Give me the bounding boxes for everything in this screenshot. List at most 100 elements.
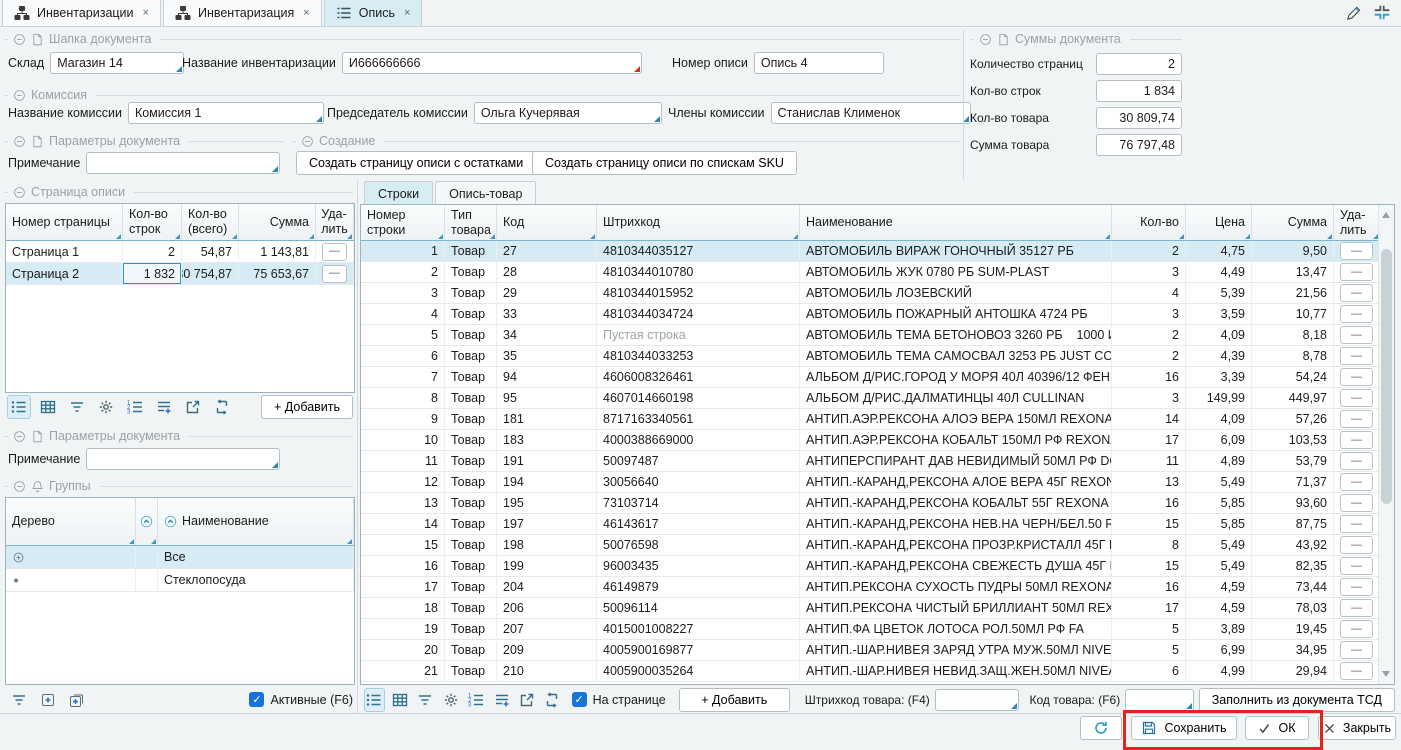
expand-plus-icon[interactable]	[12, 551, 25, 564]
active-checkbox[interactable]: ✓ Активные (F6)	[249, 692, 353, 707]
main-table-row[interactable]: 7Товар944606008326461АЛЬБОМ Д/РИС.ГОРОД …	[361, 367, 1380, 388]
barcode-input[interactable]	[935, 689, 1019, 711]
pages-col-header[interactable]: Уда­лить	[316, 204, 354, 240]
tab-close-icon[interactable]: ×	[143, 7, 149, 19]
tab-opis[interactable]: Опись ×	[324, 0, 423, 26]
numbered-list-icon[interactable]: 123	[123, 395, 147, 419]
fill-from-tsd-button[interactable]: Заполнить из документа ТСД	[1199, 688, 1395, 712]
page-lines-cell[interactable]: 1 832	[123, 263, 182, 284]
delete-row-button[interactable]: —	[1340, 242, 1373, 260]
collapse-icon[interactable]	[13, 186, 26, 199]
filter-icon[interactable]	[7, 688, 31, 712]
collapse-icon[interactable]	[13, 480, 26, 493]
sort-circle-icon[interactable]	[164, 515, 177, 528]
groups-col-tree[interactable]: Дерево	[6, 498, 136, 545]
opis-number-input[interactable]: Опись 4	[754, 52, 884, 74]
main-table-row[interactable]: 6Товар354810344033253АВТОМОБИЛЬ ТЕМА САМ…	[361, 346, 1380, 367]
main-table-row[interactable]: 12Товар19430056640АНТИП.-КАРАНД,РЕКСОНА …	[361, 472, 1380, 493]
goods-sum-field[interactable]: 76 797,48	[1096, 134, 1182, 156]
save-button[interactable]: Сохранить	[1131, 716, 1237, 740]
main-table-row[interactable]: 14Товар19746143617АНТИП.-КАРАНД,РЕКСОНА …	[361, 514, 1380, 535]
main-table-row[interactable]: 2Товар284810344010780АВТОМОБИЛЬ ЖУК 0780…	[361, 262, 1380, 283]
tab-inventory[interactable]: Инвентаризация ×	[163, 0, 322, 26]
main-col-header[interactable]: Тип товара	[445, 205, 497, 240]
add-row-icon[interactable]	[152, 395, 176, 419]
main-col-header[interactable]: Код	[497, 205, 597, 240]
add-row-icon[interactable]	[491, 688, 511, 712]
close-button[interactable]: Закрыть	[1318, 716, 1396, 740]
collapse-icon[interactable]	[13, 33, 26, 46]
delete-row-button[interactable]: —	[1340, 452, 1373, 470]
delete-row-button[interactable]: —	[1340, 494, 1373, 512]
main-table-row[interactable]: 11Товар19150097487АНТИПЕРСПИРАНТ ДАВ НЕВ…	[361, 451, 1380, 472]
delete-row-button[interactable]: —	[1340, 662, 1373, 680]
plus-box-icon[interactable]	[36, 688, 60, 712]
scroll-down-icon[interactable]	[1382, 671, 1390, 677]
delete-row-button[interactable]: —	[1340, 410, 1373, 428]
external-link-icon[interactable]	[181, 395, 205, 419]
main-col-header[interactable]: Наименование	[800, 205, 1112, 240]
pages-add-button[interactable]: + Добавить	[261, 395, 353, 419]
delete-row-button[interactable]: —	[1340, 578, 1373, 596]
main-table-row[interactable]: 16Товар19996003435АНТИП.-КАРАНД,РЕКСОНА …	[361, 556, 1380, 577]
pages-col-header[interactable]: Кол-во строк	[123, 204, 182, 240]
list-details-icon[interactable]	[7, 395, 31, 419]
main-table-row[interactable]: 4Товар334810344034724АВТОМОБИЛЬ ПОЖАРНЫЙ…	[361, 304, 1380, 325]
filter-icon[interactable]	[65, 395, 89, 419]
collapse-icon[interactable]	[979, 33, 992, 46]
pages-table-row[interactable]: Страница 1254,871 143,81—	[6, 241, 354, 263]
sort-circle-icon[interactable]	[136, 498, 158, 545]
main-col-header[interactable]: Уда­лить	[1334, 205, 1380, 240]
main-table-row[interactable]: 15Товар19850076598АНТИП.-КАРАНД,РЕКСОНА …	[361, 535, 1380, 556]
list-details-icon[interactable]	[364, 688, 385, 712]
collapse-icon[interactable]	[13, 135, 26, 148]
goods-count-field[interactable]: 30 809,74	[1096, 107, 1182, 129]
ok-button[interactable]: ОК	[1245, 716, 1309, 740]
grid-icon[interactable]	[36, 395, 60, 419]
main-table-row[interactable]: 17Товар20446149879АНТИП.РЕКСОНА СУХОСТЬ …	[361, 577, 1380, 598]
groups-col-name[interactable]: Наименование	[158, 498, 354, 545]
delete-row-button[interactable]: —	[1340, 620, 1373, 638]
delete-row-button[interactable]: —	[322, 243, 347, 261]
pages-count-field[interactable]: 2	[1096, 53, 1182, 75]
tab-rows[interactable]: Строки	[364, 181, 433, 205]
main-col-header[interactable]: Цена	[1186, 205, 1252, 240]
delete-row-button[interactable]: —	[1340, 599, 1373, 617]
note-top-input[interactable]	[86, 152, 280, 174]
groups-table-row[interactable]: Стеклопосуда	[6, 569, 354, 592]
main-table-row[interactable]: 19Товар2074015001008227АНТИП.ФА ЦВЕТОК Л…	[361, 619, 1380, 640]
main-table-row[interactable]: 8Товар954607014660198АЛЬБОМ Д/РИС.ДАЛМАТ…	[361, 388, 1380, 409]
main-table-row[interactable]: 5Товар34Пустая строкаАВТОМОБИЛЬ ТЕМА БЕТ…	[361, 325, 1380, 346]
sync-icon[interactable]	[542, 688, 562, 712]
delete-row-button[interactable]: —	[322, 265, 347, 283]
groups-table-row[interactable]: Все	[6, 546, 354, 569]
tab-opis-tovar[interactable]: Опись-товар	[435, 181, 536, 205]
delete-row-button[interactable]: —	[1340, 557, 1373, 575]
collapse-icon[interactable]	[13, 430, 26, 443]
refresh-button[interactable]	[1080, 716, 1122, 740]
filter-icon[interactable]	[415, 688, 435, 712]
main-table-row[interactable]: 9Товар1818717163340561АНТИП.АЭР.РЕКСОНА …	[361, 409, 1380, 430]
grid-icon[interactable]	[390, 688, 410, 712]
numbered-list-icon[interactable]: 123	[466, 688, 486, 712]
main-table-row[interactable]: 18Товар20650096114АНТИП.РЕКСОНА ЧИСТЫЙ Б…	[361, 598, 1380, 619]
create-page-sku-button[interactable]: Создать страницу описи по спискам SKU	[532, 151, 797, 175]
members-input[interactable]: Станислав Клименок	[771, 102, 971, 124]
gear-icon[interactable]	[94, 395, 118, 419]
scroll-up-icon[interactable]	[1382, 212, 1390, 218]
external-link-icon[interactable]	[517, 688, 537, 712]
main-col-header[interactable]: Штрихкод	[597, 205, 800, 240]
main-table-row[interactable]: 13Товар19573103714АНТИП.-КАРАНД,РЕКСОНА …	[361, 493, 1380, 514]
delete-row-button[interactable]: —	[1340, 347, 1373, 365]
delete-row-button[interactable]: —	[1340, 263, 1373, 281]
main-add-button[interactable]: + Добавить	[679, 688, 790, 712]
tab-close-icon[interactable]: ×	[404, 7, 410, 19]
tab-inventories[interactable]: Инвентаризации ×	[2, 0, 161, 26]
gear-icon[interactable]	[441, 688, 461, 712]
main-col-header[interactable]: Номер строки	[361, 205, 445, 240]
main-col-header[interactable]: Сумма	[1252, 205, 1334, 240]
delete-row-button[interactable]: —	[1340, 536, 1373, 554]
delete-row-button[interactable]: —	[1340, 641, 1373, 659]
main-table-row[interactable]: 21Товар2104005900035264АНТИП.-ШАР.НИВЕЯ …	[361, 661, 1380, 682]
create-page-residuals-button[interactable]: Создать страницу описи с остатками	[296, 151, 536, 175]
